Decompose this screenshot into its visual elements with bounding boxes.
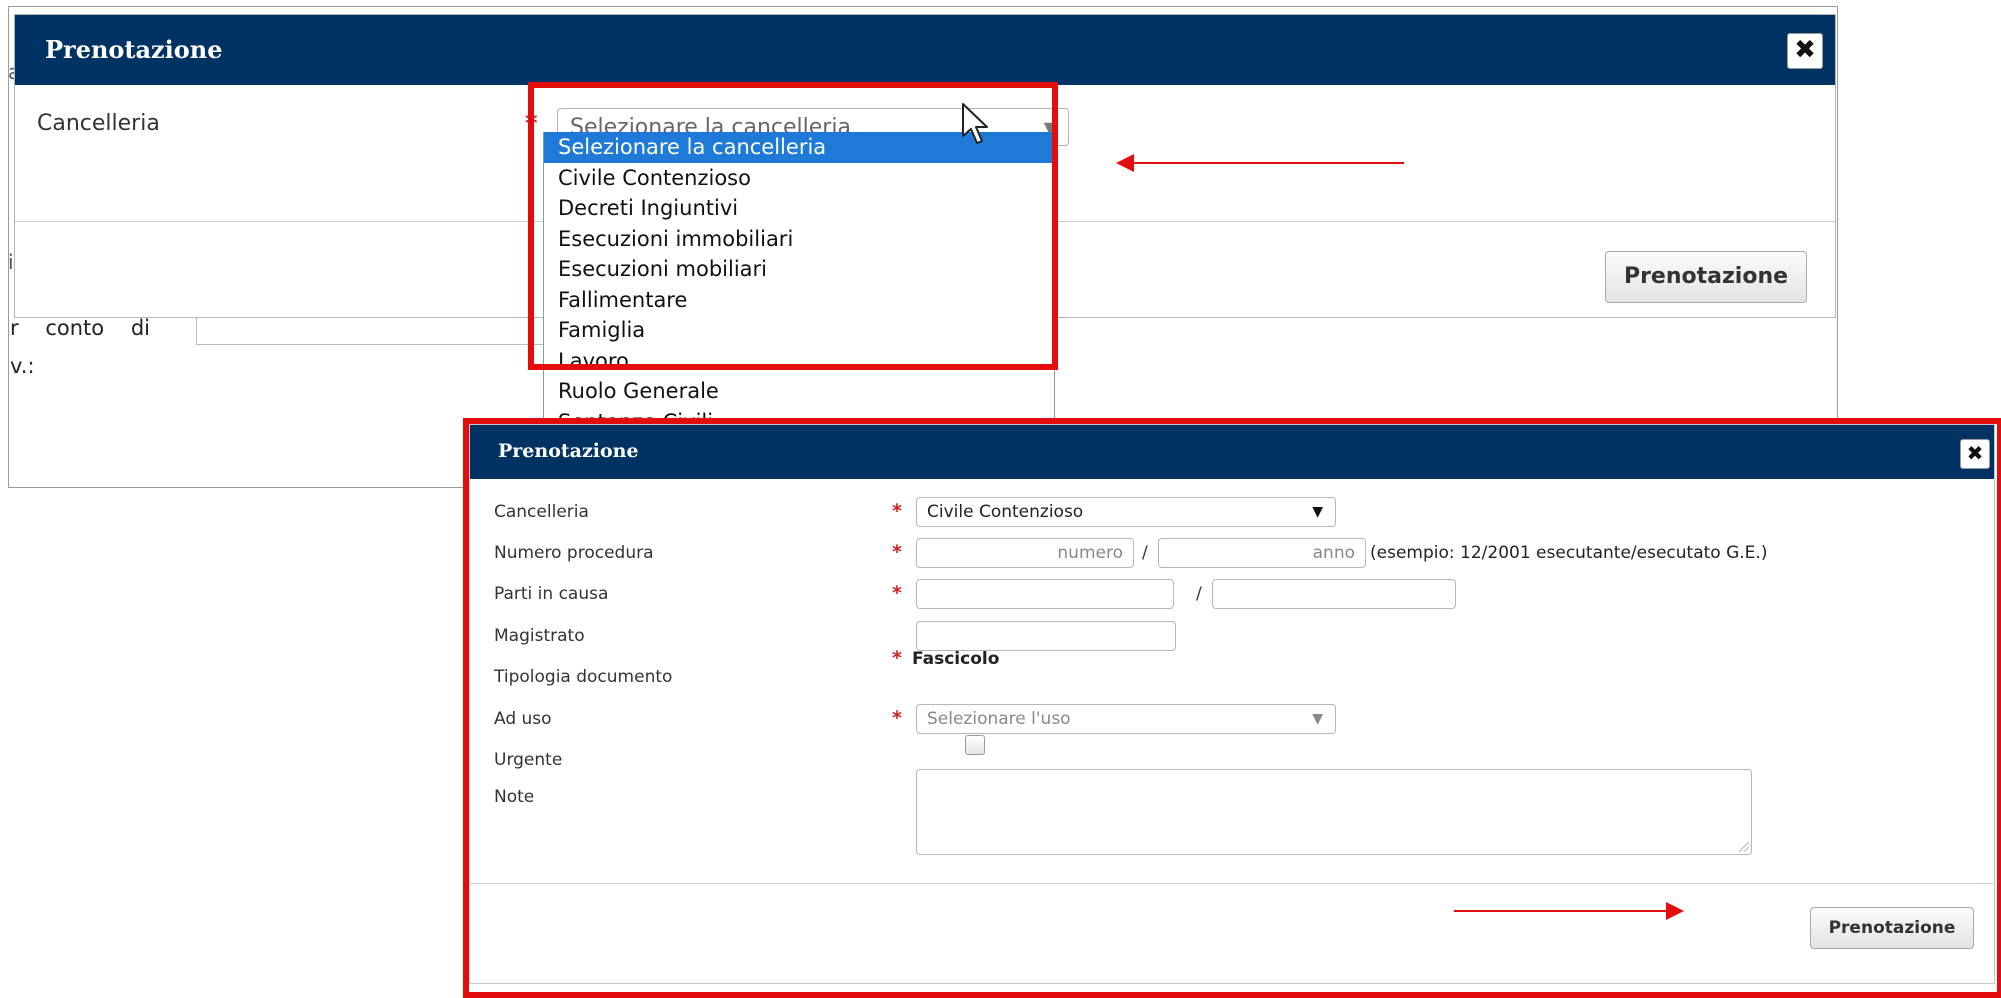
dialog-header: Prenotazione ✖ (15, 15, 1835, 85)
cancelleria-label: Cancelleria (37, 111, 160, 136)
highlight-box-dialog (463, 418, 2001, 998)
background-row-label: v.: (10, 354, 35, 378)
arrow-left-icon (1116, 154, 1404, 172)
background-letter: i (8, 250, 14, 274)
dropdown-option[interactable]: Ruolo Generale (544, 376, 1054, 407)
prenotazione-button[interactable]: Prenotazione (1605, 251, 1807, 303)
close-icon[interactable]: ✖ (1787, 33, 1823, 69)
dialog-title: Prenotazione (45, 35, 223, 64)
background-conto-di-label: r conto di (10, 316, 150, 340)
highlight-box-dropdown (528, 82, 1058, 370)
arrow-right-icon (1454, 902, 1684, 920)
